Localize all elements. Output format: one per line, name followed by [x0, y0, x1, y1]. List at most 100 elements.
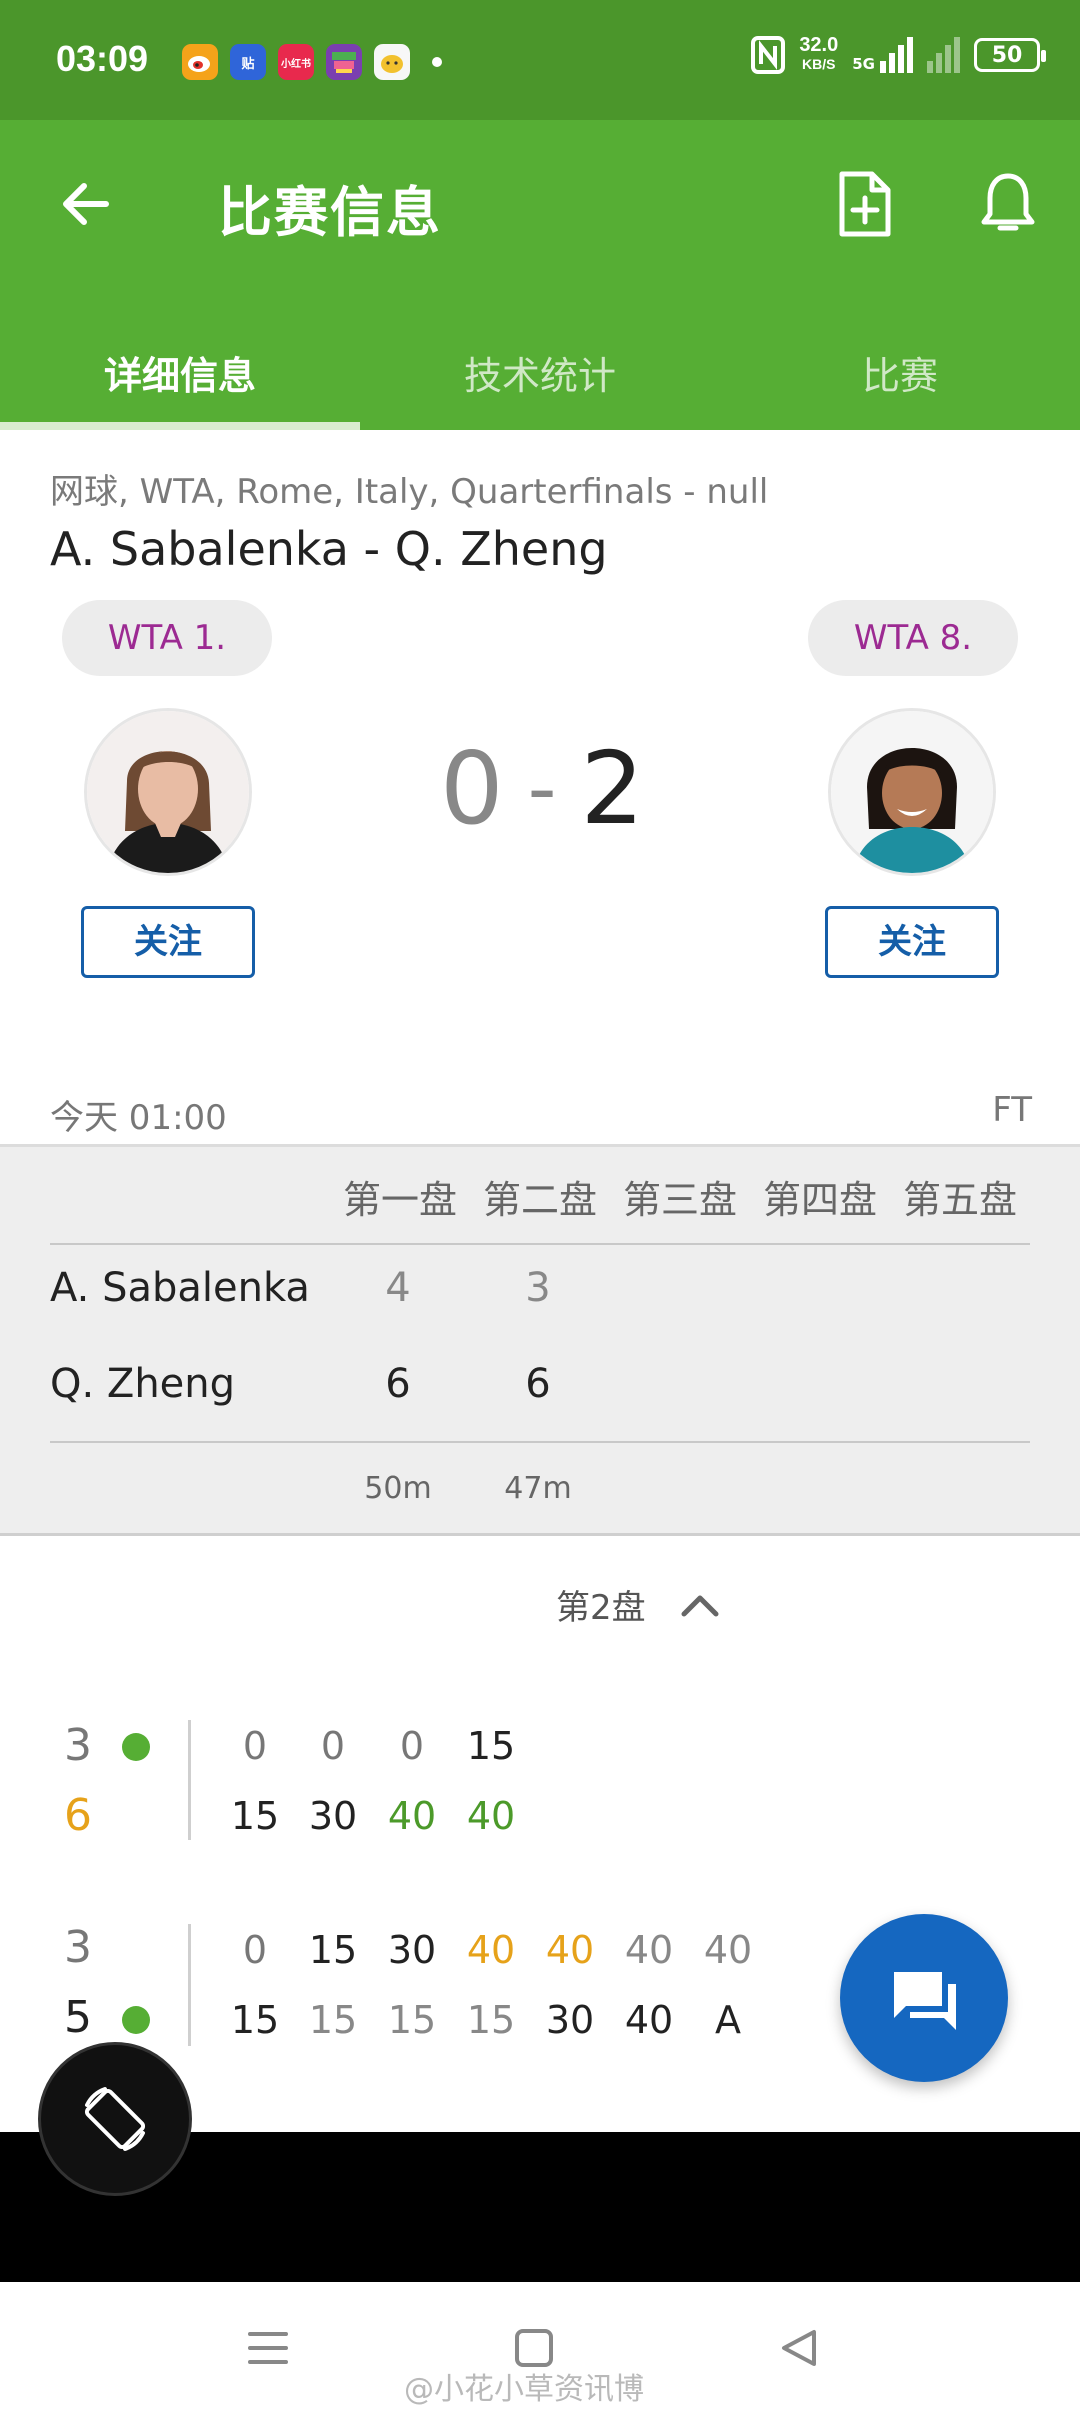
set-score-cell: 3	[525, 1265, 551, 1311]
set-duration: 50m	[364, 1471, 432, 1506]
point-cell: 30	[545, 1998, 595, 2042]
set-duration: 47m	[504, 1471, 572, 1506]
point-cell: 15	[230, 1794, 280, 1838]
network-speed: 32.0 KB/S	[799, 34, 839, 74]
arrow-left-icon[interactable]	[56, 174, 116, 234]
app-icon	[326, 44, 362, 80]
match-title: A. Sabalenka - Q. Zheng	[50, 522, 608, 576]
tab-details[interactable]: 详细信息	[0, 316, 360, 430]
table-divider	[50, 1441, 1030, 1443]
point-cell: 40	[387, 1794, 437, 1838]
set-selector[interactable]: 第2盘	[556, 1580, 720, 1629]
weibo-icon	[182, 44, 218, 80]
more-notifications-dot	[432, 57, 442, 67]
point-cell: 0	[320, 1724, 346, 1768]
away-player-avatar[interactable]	[828, 708, 996, 876]
status-bar: 03:09 贴 小红书 32.0 KB/S 5G 50	[0, 0, 1080, 120]
set-score-cell: 6	[385, 1361, 411, 1407]
point-cell: 15	[308, 1998, 358, 2042]
point-cell: 30	[387, 1928, 437, 1972]
xiaohongshu-icon: 小红书	[278, 44, 314, 80]
point-cell: 0	[242, 1724, 268, 1768]
match-score: 0 - 2	[440, 730, 644, 847]
set-selector-label: 第2盘	[556, 1588, 646, 1628]
battery-icon: 50	[974, 38, 1046, 72]
chat-icon	[374, 44, 410, 80]
network-speed-unit: KB/S	[802, 56, 836, 72]
status-indicators: 32.0 KB/S 5G 50	[751, 34, 1046, 74]
home-rank-badge: WTA 1.	[62, 600, 272, 676]
point-cell: 40	[624, 1928, 674, 1972]
set-row-player-name: A. Sabalenka	[50, 1265, 310, 1311]
point-cell: 15	[466, 1998, 516, 2042]
screen-rotate-icon	[84, 2087, 146, 2151]
watermark-text: @小花小草资讯博	[404, 2372, 644, 2407]
away-sets-won: 2	[580, 730, 645, 847]
point-cell: 15	[308, 1928, 358, 1972]
point-cell: 40	[466, 1794, 516, 1838]
set-row-player-name: Q. Zheng	[50, 1361, 236, 1407]
serve-indicator	[122, 2006, 150, 2034]
bell-icon[interactable]	[976, 170, 1040, 238]
app-bar: 比赛信息 详细信息 技术统计 比赛	[0, 120, 1080, 430]
tab-statistics[interactable]: 技术统计	[360, 316, 720, 430]
point-cell: 15	[387, 1998, 437, 2042]
point-cell: 30	[308, 1794, 358, 1838]
set-header: 第一盘	[342, 1178, 457, 1222]
tieba-icon-label: 贴	[241, 56, 255, 72]
set-score-cell: 4	[385, 1265, 411, 1311]
home-player-avatar[interactable]	[84, 708, 252, 876]
xiaohongshu-icon-label: 小红书	[281, 58, 311, 70]
status-time: 03:09	[56, 38, 149, 79]
chat-fab-button[interactable]	[840, 1914, 1008, 2082]
system-nav-bar: @小花小草资讯博	[0, 2282, 1080, 2414]
match-meta: 网球, WTA, Rome, Italy, Quarterfinals - nu…	[50, 472, 769, 512]
set-score-cell: 6	[525, 1361, 551, 1407]
point-cell: 0	[399, 1724, 425, 1768]
game-bottom-score: 6	[64, 1790, 92, 1841]
nfc-icon	[751, 36, 786, 74]
point-cell: 40	[703, 1928, 753, 1972]
battery-level: 50	[991, 42, 1023, 68]
point-cell: 40	[466, 1928, 516, 1972]
active-tab-indicator	[0, 422, 360, 430]
point-cell: A	[715, 1998, 741, 2042]
table-divider	[50, 1243, 1030, 1245]
point-cell: 40	[545, 1928, 595, 1972]
game-divider	[188, 1720, 191, 1840]
home-follow-button[interactable]: 关注	[81, 906, 255, 978]
set-header: 第二盘	[482, 1178, 597, 1222]
tieba-icon: 贴	[230, 44, 266, 80]
away-follow-button[interactable]: 关注	[825, 906, 999, 978]
chevron-up-icon	[681, 1595, 719, 1616]
page-title: 比赛信息	[218, 181, 442, 244]
add-document-icon[interactable]	[832, 170, 896, 238]
game-divider	[188, 1924, 191, 2046]
back-triangle-icon[interactable]	[776, 2326, 824, 2370]
signal-weak-icon	[927, 37, 960, 73]
serve-indicator	[122, 1733, 150, 1761]
tab-bar: 详细信息 技术统计 比赛	[0, 316, 1080, 430]
game-top-score: 3	[64, 1922, 92, 1973]
away-rank-badge: WTA 8.	[808, 600, 1018, 676]
point-cell: 15	[230, 1998, 280, 2042]
game-top-score: 3	[64, 1720, 92, 1771]
point-cell: 15	[466, 1724, 516, 1768]
menu-icon[interactable]	[244, 2326, 292, 2370]
network-speed-value: 32.0	[799, 34, 839, 56]
tab-matches[interactable]: 比赛	[720, 316, 1080, 430]
set-headers: 第一盘 第二盘 第三盘 第四盘 第五盘	[330, 1169, 1030, 1224]
score-separator: -	[527, 742, 557, 835]
screen-rotate-button[interactable]	[38, 2042, 192, 2196]
game-bottom-score: 5	[64, 1992, 92, 2043]
set-header: 第五盘	[902, 1178, 1017, 1222]
chat-icon	[894, 1972, 956, 2030]
set-scores-table: 第一盘 第二盘 第三盘 第四盘 第五盘 A. Sabalenka 4 3 Q. …	[0, 1144, 1080, 1536]
set-header: 第三盘	[622, 1178, 737, 1222]
set-header: 第四盘	[762, 1178, 877, 1222]
point-cell: 40	[624, 1998, 674, 2042]
notification-icons: 贴 小红书	[182, 44, 442, 80]
match-status: FT	[992, 1090, 1032, 1130]
match-date: 今天 01:00	[50, 1098, 227, 1138]
home-sets-won: 0	[440, 730, 504, 847]
